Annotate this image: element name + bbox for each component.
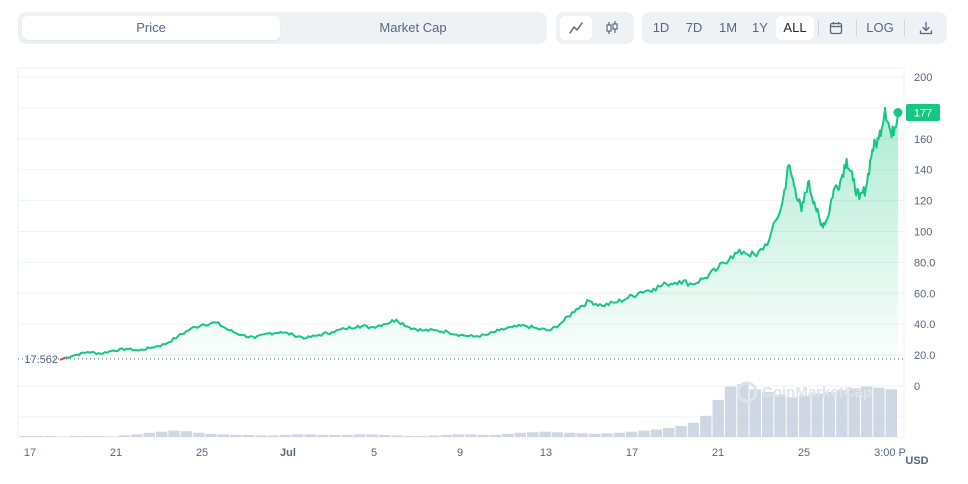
volume-bar [279, 434, 292, 437]
volume-bar [551, 432, 564, 437]
volume-bar [94, 435, 106, 437]
volume-bar [329, 434, 341, 437]
volume-bar [292, 434, 304, 437]
y-tick-label: 100 [914, 227, 932, 239]
x-tick-label: 17 [24, 447, 36, 459]
volume-bar [675, 425, 687, 437]
volume-bar [663, 427, 675, 437]
y-tick-label: 120 [914, 196, 932, 208]
volume-bar [353, 434, 366, 437]
volume-bar [576, 433, 588, 437]
y-tick-label: 200 [914, 72, 932, 84]
volume-bar [724, 386, 737, 437]
volume-bar [687, 422, 700, 437]
price-line-down-segment [59, 356, 66, 361]
volume-bar [341, 434, 353, 437]
volume-bar [625, 431, 638, 437]
volume-bar [242, 434, 254, 437]
x-tick-label: 17 [626, 447, 638, 459]
volume-bar [799, 395, 811, 437]
volume-bar [118, 435, 131, 437]
volume-bar [193, 432, 205, 437]
volume-bar [415, 435, 428, 437]
current-price-label: 177 [914, 108, 932, 120]
currency-label: USD [905, 455, 928, 467]
x-tick-label: 5 [371, 447, 377, 459]
volume-bar [428, 435, 440, 437]
volume-bar [32, 435, 44, 437]
volume-bar [489, 434, 502, 437]
y-tick-label: 80.0 [914, 257, 935, 269]
volume-bar [638, 430, 650, 437]
volume-bar [390, 435, 403, 437]
volume-bar [254, 435, 267, 437]
volume-bar [873, 387, 885, 437]
volume-bar [477, 434, 489, 437]
x-tick-label: 21 [712, 447, 724, 459]
volume-bar [712, 399, 724, 437]
x-tick-label: Jul [280, 447, 296, 459]
volume-bar [786, 397, 799, 437]
price-area [62, 107, 898, 359]
volume-bar [403, 435, 415, 437]
start-price-label: 17.562 [24, 354, 58, 366]
volume-bar [378, 434, 390, 437]
watermark-text: CoinMarketCap [762, 384, 872, 401]
y-tick-label: 160 [914, 134, 932, 146]
volume-bar [57, 436, 69, 437]
current-price-tag: 177 [906, 104, 940, 122]
volume-bar [700, 415, 712, 437]
current-price-marker [893, 108, 903, 118]
volume-bar [156, 431, 168, 437]
volume-bar [81, 435, 94, 437]
y-tick-label: 60.0 [914, 288, 935, 300]
y-tick-label: 20.0 [914, 350, 935, 362]
y-tick-label: 140 [914, 165, 932, 177]
x-tick-label: 3:00 P [874, 447, 906, 459]
volume-bar [588, 433, 601, 437]
volume-bar [205, 433, 217, 437]
volume-bar [143, 432, 156, 437]
volume-bar [502, 433, 514, 437]
volume-bar [564, 432, 576, 437]
x-tick-label: 25 [196, 447, 208, 459]
y-tick-label: 40.0 [914, 319, 935, 331]
volume-bar [440, 434, 452, 437]
volume-bar [44, 435, 57, 437]
volume-bar [601, 433, 613, 437]
volume-bar [106, 436, 118, 437]
x-tick-label: 9 [457, 447, 463, 459]
volume-bar [20, 435, 32, 437]
volume-bar [304, 434, 316, 437]
volume-bar [885, 389, 897, 437]
volume-bar [527, 432, 539, 437]
volume-bar [168, 430, 180, 437]
price-chart[interactable]: CoinMarketCap 20018016014012010080.060.0… [0, 0, 968, 484]
x-tick-label: 13 [540, 447, 552, 459]
volume-bar [180, 431, 193, 437]
x-tick-label: 25 [798, 447, 810, 459]
y-tick-label: 0 [914, 381, 920, 393]
volume-bar [514, 432, 527, 437]
volume-bar [613, 432, 625, 437]
volume-bar [316, 434, 329, 437]
volume-bar [452, 434, 465, 437]
volume-bar [230, 434, 242, 437]
volume-bar [650, 429, 663, 437]
volume-bar [131, 434, 143, 437]
volume-bar [539, 431, 551, 437]
volume-bar [267, 435, 279, 437]
volume-bar [465, 434, 477, 437]
x-tick-label: 21 [110, 447, 122, 459]
volume-bar [366, 434, 378, 437]
volume-bar [69, 435, 81, 437]
volume-bar [217, 434, 230, 437]
